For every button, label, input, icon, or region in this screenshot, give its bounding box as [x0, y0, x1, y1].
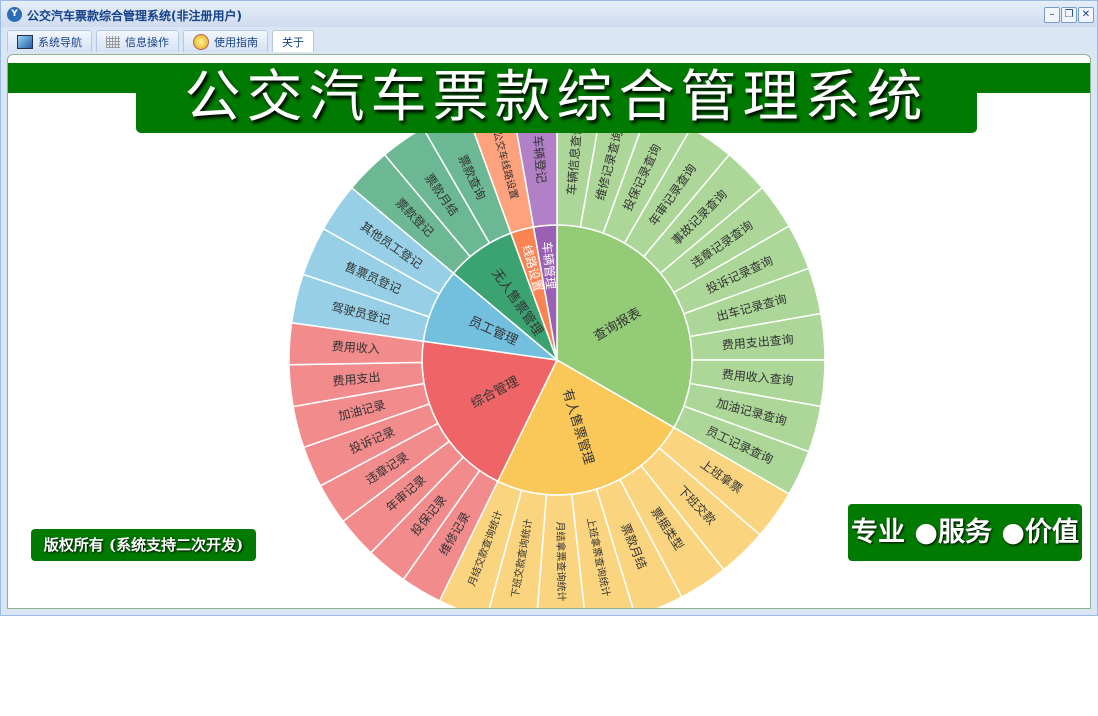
sunburst-leaf-label: 费用收入 [331, 339, 380, 356]
tab-label: 系统导航 [38, 35, 82, 49]
app-logo-icon: Y [7, 7, 22, 22]
grid-icon [106, 35, 120, 48]
restore-button[interactable]: ❐ [1061, 7, 1077, 23]
window-title: 公交汽车票款综合管理系统(非注册用户) [27, 9, 242, 23]
title-bar: Y 公交汽车票款综合管理系统(非注册用户) – ❐ ✕ [1, 1, 1097, 27]
tab-info-ops[interactable]: 信息操作 [96, 30, 179, 52]
tab-bar: 系统导航 信息操作 使用指南 关于 [7, 30, 314, 52]
slogan-badge: 专业 ●服务 ●价值 [848, 504, 1082, 561]
help-icon [193, 33, 209, 50]
tab-about[interactable]: 关于 [272, 30, 314, 52]
tab-label: 关于 [282, 35, 304, 49]
tab-label: 使用指南 [214, 35, 258, 49]
content-panel: 车辆信息查询 维修记录查询 投保记录查询 年审记录查询 事故记录查询 违章记录查询 投诉记录… [7, 54, 1091, 609]
tab-user-guide[interactable]: 使用指南 [183, 30, 268, 52]
tab-system-nav[interactable]: 系统导航 [7, 30, 92, 52]
sunburst-leaf-label: 月结拿票查询统计 [554, 521, 568, 601]
monitor-icon [17, 34, 33, 49]
copyright-badge: 版权所有 (系统支持二次开发) [31, 529, 256, 561]
app-window: Y 公交汽车票款综合管理系统(非注册用户) – ❐ ✕ 系统导航 信息操作 使用… [0, 0, 1098, 616]
tab-label: 信息操作 [125, 35, 169, 49]
close-button[interactable]: ✕ [1078, 7, 1094, 23]
banner-title: 公交汽车票款综合管理系统 [136, 63, 977, 133]
minimize-button[interactable]: – [1044, 7, 1060, 23]
